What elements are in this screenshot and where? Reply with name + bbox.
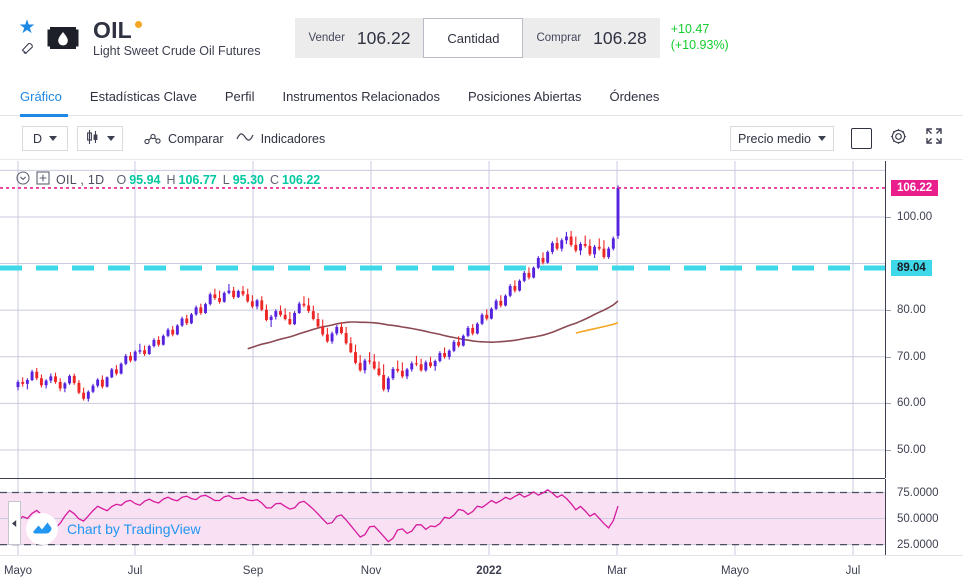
change-percent: (+10.93%) bbox=[670, 38, 729, 52]
buy-label: Comprar bbox=[536, 32, 582, 44]
instrument-description: Light Sweet Crude Oil Futures bbox=[93, 44, 261, 59]
rsi-axis-label: 25.0000 bbox=[897, 538, 939, 551]
candlestick-icon bbox=[85, 129, 100, 148]
sell-quote-box[interactable]: Vender 106.22 bbox=[295, 18, 424, 58]
chevron-down-icon bbox=[818, 136, 826, 141]
price-axis-label: 80.00 bbox=[897, 304, 926, 317]
instrument-symbol: OIL bbox=[93, 16, 132, 43]
tab-label: Perfil bbox=[224, 89, 255, 104]
star-icon[interactable]: ★ bbox=[18, 18, 35, 37]
indicators-button[interactable]: Indicadores bbox=[236, 131, 326, 146]
interval-select[interactable]: D bbox=[22, 126, 68, 151]
buy-quote-box[interactable]: Comprar 106.28 bbox=[523, 18, 660, 58]
price-change-block: +10.47 (+10.93%) bbox=[671, 22, 729, 53]
rsi-axis-label: 50.0000 bbox=[897, 512, 939, 525]
rsi-axis-label: 75.0000 bbox=[897, 486, 939, 499]
quantity-field[interactable]: Cantidad bbox=[423, 18, 524, 58]
time-axis-label: Nov bbox=[360, 565, 382, 577]
tab-estadísticas-clave[interactable]: Estadísticas Clave bbox=[76, 78, 211, 116]
fullscreen-icon[interactable] bbox=[925, 127, 943, 150]
compare-icon bbox=[144, 130, 161, 148]
tradingview-logo-icon bbox=[26, 513, 58, 545]
compare-button[interactable]: Comparar bbox=[144, 130, 224, 148]
price-axis-badge-89.04[interactable]: 89.04 bbox=[891, 260, 932, 277]
chart-toolbar: D Comparar Indicadores Precio medio bbox=[0, 118, 963, 160]
bell-icon[interactable] bbox=[19, 39, 36, 59]
legend-title: OIL , 1D bbox=[56, 172, 105, 187]
legend-value-l: 95.30 bbox=[232, 172, 264, 187]
buy-price: 106.28 bbox=[593, 27, 647, 48]
price-axis-label: 50.00 bbox=[897, 444, 926, 457]
price-plot[interactable] bbox=[0, 161, 885, 478]
chevron-down-icon bbox=[49, 136, 58, 141]
gear-icon[interactable] bbox=[889, 127, 908, 151]
compare-label: Comparar bbox=[168, 131, 224, 146]
watermark-text: Chart by TradingView bbox=[67, 521, 201, 537]
tab-label: Estadísticas Clave bbox=[89, 89, 197, 104]
status-dot-icon bbox=[134, 20, 142, 28]
interval-value: D bbox=[32, 131, 43, 146]
tab-label: Órdenes bbox=[609, 89, 660, 104]
tab-label: Posiciones Abiertas bbox=[468, 89, 582, 104]
tab-órdenes[interactable]: Órdenes bbox=[595, 78, 673, 116]
price-axis[interactable]: 106.22 100.00 89.04 80.00 70.00 60.00 50.00 bbox=[885, 161, 963, 478]
quantity-label: Cantidad bbox=[447, 30, 500, 46]
legend-ohlc: O 95.94 H 106.77 L 95.30 C 106.22 bbox=[110, 173, 320, 187]
legend-key-o: O bbox=[116, 172, 127, 187]
time-axis-label: Mayo bbox=[720, 565, 750, 577]
indicators-wave-icon bbox=[236, 131, 254, 146]
price-mode-value: Precio medio bbox=[738, 131, 811, 146]
price-mode-select[interactable]: Precio medio bbox=[730, 126, 834, 151]
legend-key-h: H bbox=[166, 172, 176, 187]
change-absolute: +10.47 bbox=[670, 22, 710, 37]
plus-square-icon[interactable] bbox=[36, 171, 50, 188]
price-pane[interactable]: OIL , 1D O 95.94 H 106.77 L 95.30 C 106.22 106.… bbox=[0, 161, 963, 478]
pane-resize-handle[interactable] bbox=[8, 501, 21, 545]
legend-key-l: L bbox=[222, 172, 230, 187]
price-axis-label: 100.00 bbox=[897, 210, 933, 223]
chart-type-select[interactable] bbox=[77, 126, 123, 151]
tab-posiciones-abiertas[interactable]: Posiciones Abiertas bbox=[454, 78, 595, 116]
time-axis-label: Mayo bbox=[3, 565, 33, 577]
square-icon[interactable] bbox=[851, 128, 872, 149]
tab-perfil[interactable]: Perfil bbox=[211, 78, 269, 116]
time-axis-label: Jul bbox=[127, 565, 143, 577]
legend-value-c: 106.22 bbox=[282, 172, 321, 187]
tab-gráfico[interactable]: Gráfico bbox=[17, 78, 76, 117]
indicators-label: Indicadores bbox=[260, 131, 326, 146]
favorite-alert-column: ★ bbox=[14, 18, 40, 59]
sell-label: Vender bbox=[308, 32, 345, 44]
tab-instrumentos-relacionados[interactable]: Instrumentos Relacionados bbox=[268, 78, 454, 116]
oil-barrel-icon bbox=[46, 21, 80, 55]
time-axis[interactable]: Mayo Jul Sep Nov 2022 Mar Mayo Jul bbox=[0, 555, 963, 584]
price-axis-label: 60.00 bbox=[897, 397, 926, 410]
chart-area[interactable]: OIL , 1D O 95.94 H 106.77 L 95.30 C 106.22 106.… bbox=[0, 161, 963, 584]
legend-key-c: C bbox=[270, 172, 280, 187]
instrument-name-block: OIL Light Sweet Crude Oil Futures bbox=[93, 18, 260, 58]
time-axis-label: Sep bbox=[242, 565, 264, 577]
price-axis-badge-106.22[interactable]: 106.22 bbox=[891, 179, 939, 196]
time-axis-label: Mar bbox=[607, 565, 627, 577]
tradingview-watermark[interactable]: Chart by TradingView bbox=[26, 513, 201, 545]
time-axis-label: 2022 bbox=[476, 565, 502, 577]
rsi-axis[interactable]: 75.0000 50.0000 25.0000 bbox=[885, 479, 963, 555]
chart-legend: OIL , 1D O 95.94 H 106.77 L 95.30 C 106.22 bbox=[16, 171, 320, 188]
section-tabs: Gráfico Estadísticas Clave Perfil Instrumen… bbox=[0, 78, 963, 117]
chevron-down-circle-icon[interactable] bbox=[16, 171, 30, 188]
chart-toolbar-right: Precio medio bbox=[730, 126, 943, 151]
sell-price: 106.22 bbox=[356, 27, 411, 48]
instrument-header: ★ OIL Light Sweet Crude Oil Futures Vend… bbox=[0, 0, 963, 76]
tab-label: Instrumentos Relacionados bbox=[282, 89, 440, 104]
time-axis-label: Jul bbox=[845, 565, 861, 577]
legend-value-o: 95.94 bbox=[129, 172, 161, 187]
chevron-down-icon bbox=[107, 136, 115, 141]
price-axis-label: 70.00 bbox=[897, 350, 926, 363]
arrow-left-icon bbox=[12, 519, 17, 527]
tab-label: Gráfico bbox=[20, 89, 62, 104]
legend-value-h: 106.77 bbox=[178, 172, 217, 187]
